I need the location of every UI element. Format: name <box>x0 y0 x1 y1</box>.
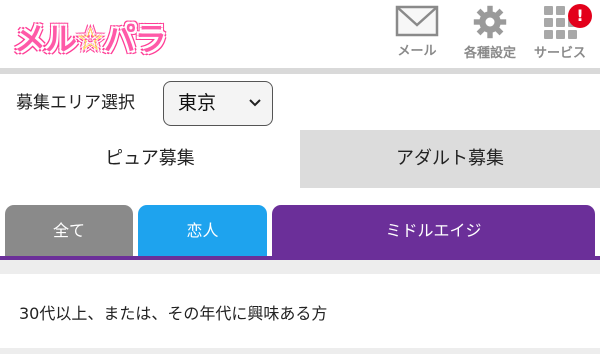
mail-icon <box>395 5 439 37</box>
settings-nav-label: 各種設定 <box>463 46 516 61</box>
gear-icon <box>473 5 507 39</box>
area-selected-value: 東京 <box>178 92 217 114</box>
mail-nav-button[interactable]: メール <box>379 4 455 66</box>
category-description: 30代以上、または、その年代に興味ある方 <box>19 304 328 323</box>
subtab-lover[interactable]: 恋人 <box>138 205 267 257</box>
tab-pure[interactable]: ピュア募集 <box>0 130 300 188</box>
bottom-divider <box>0 348 600 354</box>
header-divider <box>0 68 600 74</box>
site-logo[interactable]: メル☆パラ <box>8 8 188 60</box>
services-nav-button[interactable]: ! サービス <box>522 4 598 66</box>
section-divider <box>0 260 600 274</box>
chevron-down-icon <box>249 99 261 107</box>
alert-badge: ! <box>568 4 592 28</box>
area-select[interactable]: 東京 <box>163 81 273 126</box>
tab-adult[interactable]: アダルト募集 <box>300 130 600 188</box>
header: メル☆パラ メール 各種設定 ! サービス <box>0 0 600 68</box>
settings-nav-button[interactable]: 各種設定 <box>452 4 528 66</box>
area-label: 募集エリア選択 <box>16 93 135 113</box>
logo-text: メル☆パラ <box>14 20 167 58</box>
subtab-middle-age[interactable]: ミドルエイジ <box>272 205 595 257</box>
services-nav-label: サービス <box>533 46 586 61</box>
mail-nav-label: メール <box>397 44 437 59</box>
subtab-all[interactable]: 全て <box>5 205 133 257</box>
